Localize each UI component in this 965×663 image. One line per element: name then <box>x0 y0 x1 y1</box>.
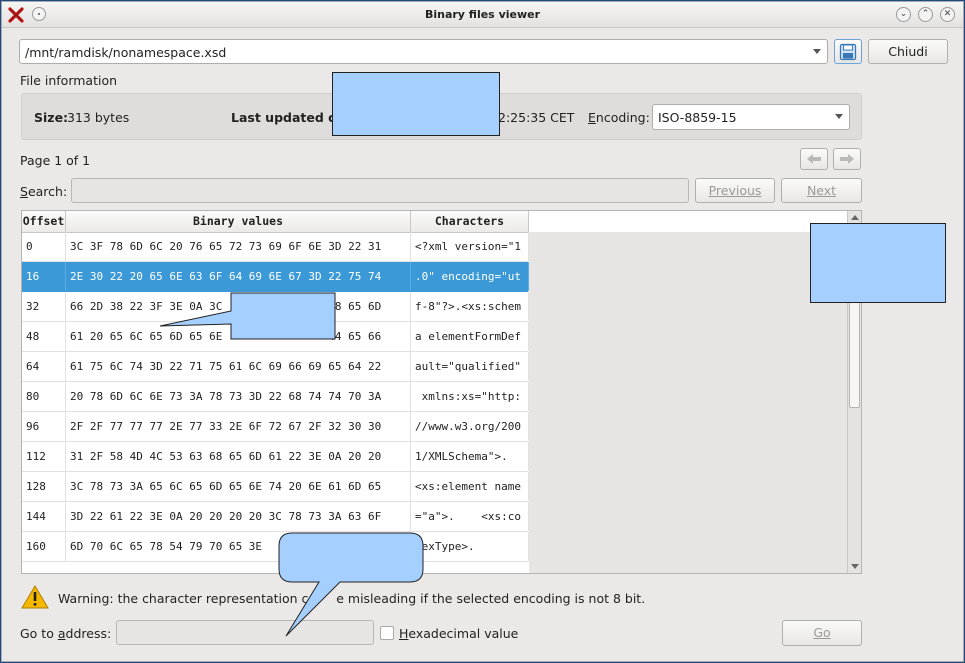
binary-viewer-window: Binary files viewer ⌄ ⌃ ✕ /mnt/ramdisk/n… <box>1 1 964 662</box>
redaction-callouts <box>159 292 424 637</box>
